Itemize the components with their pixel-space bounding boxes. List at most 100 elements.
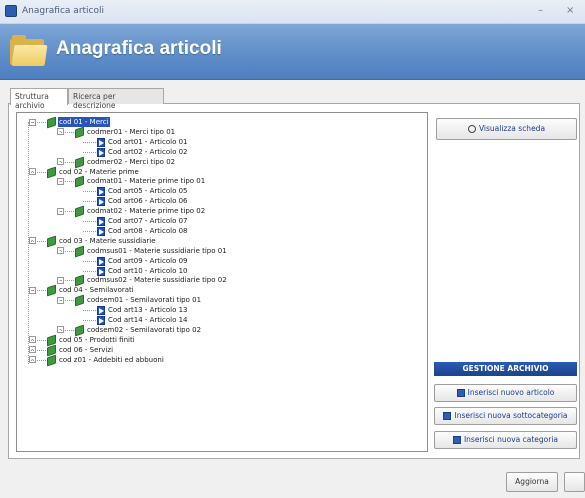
window-title: Anagrafica articoli (22, 6, 104, 16)
tree-node[interactable]: Cod art08 - Articolo 08 (97, 226, 188, 236)
tree-node-label: codsem02 - Semilavorati tipo 02 (87, 325, 202, 334)
next-button[interactable] (564, 472, 585, 492)
green-cube-icon (75, 175, 84, 188)
tree-node[interactable]: cod 05 - Prodotti finiti (47, 334, 136, 347)
tree-node[interactable]: codmer02 - Merci tipo 02 (75, 156, 176, 169)
page-title: Anagrafica articoli (56, 38, 222, 59)
add-article-label: Inserisci nuovo articolo (467, 388, 555, 397)
blue-item-icon (97, 226, 105, 236)
window-titlebar: Anagrafica articoli – × (0, 0, 585, 24)
tree-node-label: codmsus02 - Materie sussidiarie tipo 02 (87, 276, 227, 285)
minimize-button[interactable]: – (538, 5, 543, 16)
add-category-button[interactable]: Inserisci nuova categoria (434, 431, 577, 449)
tree-node[interactable]: codmsus01 - Materie sussidiarie tipo 01 (75, 245, 228, 258)
tree-node-label: Cod art08 - Articolo 08 (108, 226, 188, 235)
tree-node[interactable]: Cod art01 - Articolo 01 (97, 137, 188, 147)
tree-connector (31, 171, 46, 173)
close-button[interactable]: × (566, 5, 574, 16)
blue-item-icon (97, 306, 105, 316)
tree-connector (28, 122, 29, 364)
green-cube-icon (75, 126, 84, 139)
tree-connector (83, 151, 96, 153)
tree-node[interactable]: cod 01 - Merci (47, 116, 110, 129)
tree-node[interactable]: codmsus02 - Materie sussidiarie tipo 02 (75, 274, 228, 287)
tree-node-label: Cod art02 - Articolo 02 (108, 147, 188, 156)
tree-node[interactable]: codsem02 - Semilavorati tipo 02 (75, 324, 202, 337)
tree-connector (61, 300, 74, 302)
tree-node-label: cod 03 - Materie sussidiarie (59, 236, 156, 245)
tree-connector (31, 240, 46, 242)
tree-node-label: Cod art06 - Articolo 06 (108, 197, 188, 206)
tree-connector (31, 359, 46, 361)
tree-node[interactable]: cod 04 - Semilavorati (47, 284, 135, 297)
blue-item-icon (97, 137, 105, 147)
blue-item-icon (97, 316, 105, 325)
add-subcategory-button[interactable]: Inserisci nuova sottocategoria (434, 407, 577, 425)
tree-node-label: codmsus01 - Materie sussidiarie tipo 01 (87, 246, 227, 255)
status-bar (0, 459, 585, 498)
green-cube-icon (47, 354, 56, 367)
add-article-button[interactable]: Inserisci nuovo articolo (434, 384, 577, 402)
tree-node[interactable]: codmat02 - Materie prime tipo 02 (75, 205, 206, 218)
tree-node[interactable]: Cod art10 - Articolo 10 (97, 266, 188, 276)
tree-node[interactable]: Cod art09 - Articolo 09 (97, 256, 188, 266)
tree-connector (61, 161, 74, 163)
tree-connector (31, 290, 46, 292)
folder-icon (10, 33, 48, 67)
tree-node-label: Cod art05 - Articolo 05 (108, 187, 188, 196)
tree-node[interactable]: cod z01 - Addebiti ed abbuoni (47, 354, 165, 367)
tree-node[interactable]: Cod art06 - Articolo 06 (97, 196, 188, 207)
tree-node-label: Cod art09 - Articolo 09 (108, 256, 188, 265)
tree-connector (61, 131, 74, 133)
add-subcategory-label: Inserisci nuova sottocategoria (454, 411, 568, 420)
tree-node[interactable]: Cod art13 - Articolo 13 (97, 305, 188, 316)
tree-connector (83, 230, 96, 232)
green-cube-icon (47, 284, 56, 297)
blue-item-icon (97, 197, 105, 207)
tree-connector (61, 211, 74, 213)
tree-connector (31, 339, 46, 341)
blue-item-icon (97, 217, 105, 226)
tree-node-label: Cod art10 - Articolo 10 (108, 266, 188, 275)
tree-connector (83, 260, 96, 262)
tree-node-label: codmer02 - Merci tipo 02 (87, 157, 176, 166)
tab-struttura-archivio[interactable]: Struttura archivio (10, 88, 68, 110)
tree-connector (83, 141, 96, 143)
visualizza-scheda-button[interactable]: Visualizza scheda (436, 118, 577, 140)
green-cube-icon (47, 166, 56, 178)
blue-item-icon (97, 187, 105, 197)
tree-connector (31, 122, 46, 123)
tree-node-label: cod 04 - Semilavorati (59, 286, 134, 295)
tree-node-label: Cod art13 - Articolo 13 (108, 306, 188, 315)
tree-node[interactable]: Cod art14 - Articolo 14 (97, 315, 188, 325)
tree-node[interactable]: Cod art05 - Articolo 05 (97, 186, 188, 197)
tree-node[interactable]: cod 06 - Servizi (47, 344, 114, 357)
tree-node[interactable]: codmer01 - Merci tipo 01 (75, 126, 176, 139)
magnifier-icon (467, 125, 476, 133)
tree-node[interactable]: Cod art02 - Articolo 02 (97, 147, 188, 157)
tree-connector (61, 181, 74, 183)
tree-node[interactable]: codmat01 - Materie prime tipo 01 (75, 175, 206, 188)
tree-node-label: cod z01 - Addebiti ed abbuoni (59, 355, 164, 364)
blue-item-icon (97, 266, 105, 276)
tree-connector (83, 221, 96, 222)
save-icon (452, 436, 461, 444)
tree-node[interactable]: codsem01 - Semilavorati tipo 01 (75, 294, 202, 307)
tree-node-label: Cod art07 - Articolo 07 (108, 217, 188, 225)
tree-node-label: cod 02 - Materie prime (59, 167, 139, 176)
tab-ricerca-descrizione[interactable]: Ricerca per descrizione (68, 88, 164, 110)
blue-item-icon (97, 256, 105, 266)
tree-connector (83, 201, 96, 203)
green-cube-icon (47, 235, 56, 248)
archive-tree[interactable]: cod 01 - Merci - codmer01 - Merci tipo 01-… (16, 112, 428, 452)
tree-node[interactable]: cod 02 - Materie prime (47, 166, 140, 178)
green-cube-icon (75, 245, 84, 258)
tree-node[interactable]: cod 03 - Materie sussidiarie (47, 235, 157, 248)
tree-node-label: codsem01 - Semilavorati tipo 01 (87, 296, 202, 305)
tree-node-label: cod 06 - Servizi (59, 345, 114, 354)
tree-node[interactable]: Cod art07 - Articolo 07 (97, 216, 188, 226)
tree-connector (83, 270, 96, 272)
save-icon (443, 412, 452, 420)
aggiorna-button[interactable]: Aggiorna (506, 472, 558, 492)
tree-node-label: Cod art01 - Articolo 01 (108, 137, 188, 146)
